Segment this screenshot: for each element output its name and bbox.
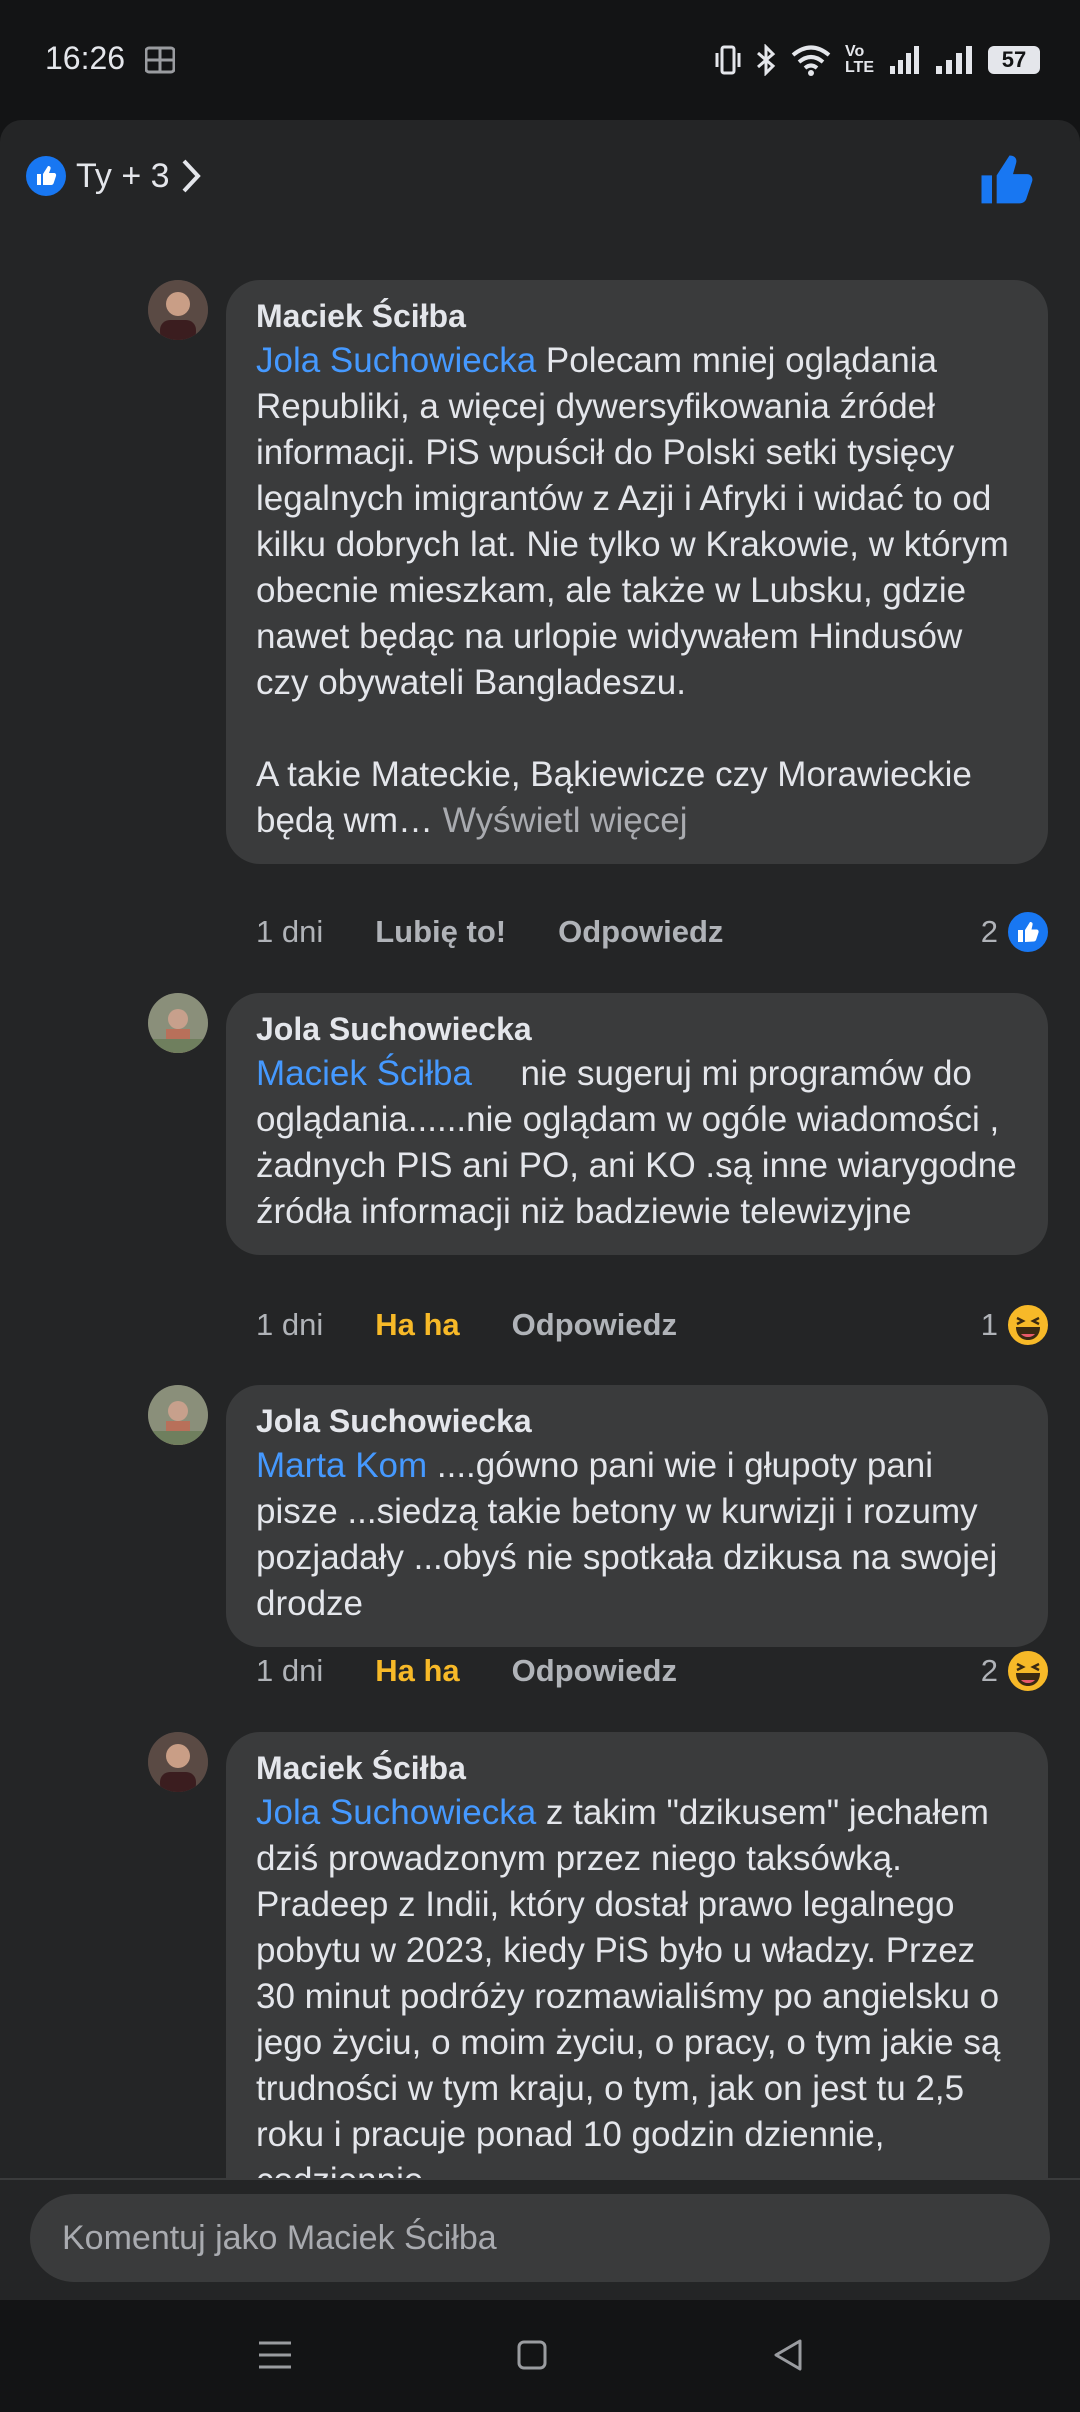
haha-action-button[interactable]: Ha ha — [375, 1653, 459, 1689]
comments-sheet: Ty + 3 Maciek Ściłba Jola Suchowiecka Po… — [0, 120, 1080, 2300]
haha-icon — [1006, 1303, 1050, 1347]
chevron-right-icon — [182, 159, 201, 193]
comment-bubble[interactable]: Maciek Ściłba Jola Suchowiecka z takim "… — [226, 1732, 1048, 2224]
sheet-header: Ty + 3 — [0, 120, 1080, 240]
haha-icon — [1006, 1649, 1050, 1693]
like-action-button[interactable]: Lubię to! — [375, 914, 506, 950]
comment-time: 1 dni — [256, 914, 324, 949]
comment-composer-bar: Komentuj jako Maciek Ściłba — [0, 2178, 1080, 2302]
reply-button[interactable]: Odpowiedz — [512, 1307, 677, 1343]
reaction-count[interactable]: 2 — [981, 1649, 1050, 1693]
status-time: 16:26 — [45, 40, 126, 76]
comment-time: 1 dni — [256, 1307, 324, 1342]
mention-link[interactable]: Jola Suchowiecka — [256, 341, 536, 380]
comment-actions: 1 dni Ha ha Odpowiedz — [256, 1649, 677, 1693]
reactors-text: Ty + 3 — [76, 156, 170, 195]
gallery-notification-icon — [145, 46, 175, 74]
avatar[interactable] — [148, 1732, 208, 1792]
comment-bubble[interactable]: Jola Suchowiecka Marta Kom ....gówno pan… — [226, 1385, 1048, 1647]
back-button[interactable] — [758, 2330, 818, 2380]
back-icon — [774, 2339, 802, 2371]
haha-action-button[interactable]: Ha ha — [375, 1307, 459, 1343]
mention-link[interactable]: Maciek Ściłba — [256, 1054, 472, 1093]
signal-icon — [890, 46, 919, 74]
signal-icon — [936, 46, 972, 74]
menu-icon — [259, 2341, 291, 2369]
like-icon — [1006, 910, 1050, 954]
like-button-icon[interactable] — [978, 152, 1034, 208]
reaction-count-number: 1 — [980, 1307, 998, 1342]
reaction-count[interactable]: 1 — [981, 1303, 1050, 1347]
status-icons: Vo LTE 57 — [715, 40, 1040, 80]
bluetooth-icon — [756, 44, 776, 76]
comment-text: Marta Kom ....gówno pani wie i głupoty p… — [256, 1443, 1018, 1627]
comment-input-placeholder: Komentuj jako Maciek Ściłba — [62, 2218, 497, 2257]
comment-time: 1 dni — [256, 1653, 324, 1688]
avatar[interactable] — [148, 1385, 208, 1445]
home-icon — [517, 2340, 547, 2370]
comment-text: Jola Suchowiecka z takim "dzikusem" jech… — [256, 1790, 1018, 2204]
avatar[interactable] — [148, 993, 208, 1053]
comment-author[interactable]: Maciek Ściłba — [256, 294, 1018, 338]
comment-author[interactable]: Jola Suchowiecka — [256, 1399, 1018, 1443]
battery-icon: 57 — [988, 46, 1040, 74]
reaction-count[interactable]: 2 — [981, 910, 1050, 954]
comment-author[interactable]: Jola Suchowiecka — [256, 1007, 1018, 1051]
reply-button[interactable]: Odpowiedz — [558, 914, 723, 950]
comment-actions: 1 dni Lubię to! Odpowiedz — [256, 910, 723, 954]
comment-actions: 1 dni Ha ha Odpowiedz — [256, 1303, 677, 1347]
comment-bubble[interactable]: Jola Suchowiecka Maciek Ściłba nie suger… — [226, 993, 1048, 1255]
comment-author[interactable]: Maciek Ściłba — [256, 1746, 1018, 1790]
comment-bubble[interactable]: Maciek Ściłba Jola Suchowiecka Polecam m… — [226, 280, 1048, 864]
status-bar: 16:26 Vo LTE 57 — [0, 0, 1080, 120]
comment-input[interactable]: Komentuj jako Maciek Ściłba — [30, 2194, 1050, 2282]
battery-level: 57 — [1001, 47, 1027, 72]
comment-body: z takim "dzikusem" jechałem dziś prowadz… — [256, 1793, 1001, 2200]
comment-text: Jola Suchowiecka Polecam mniej oglądania… — [256, 338, 1018, 844]
like-icon — [26, 156, 66, 196]
reaction-count-number: 2 — [980, 1653, 998, 1688]
home-button[interactable] — [502, 2330, 562, 2380]
recent-apps-button[interactable] — [245, 2330, 305, 2380]
system-nav-bar — [0, 2300, 1080, 2412]
avatar[interactable] — [148, 280, 208, 340]
reactors-summary[interactable]: Ty + 3 — [26, 156, 202, 196]
see-more-link[interactable]: Wyświetl więcej — [443, 801, 688, 840]
comment-text: Maciek Ściłba nie sugeruj mi programów d… — [256, 1051, 1018, 1235]
reply-button[interactable]: Odpowiedz — [512, 1653, 677, 1689]
wifi-icon — [791, 45, 831, 76]
vibrate-icon — [715, 45, 741, 75]
mention-link[interactable]: Marta Kom — [256, 1446, 427, 1485]
comment-body: Polecam mniej oglądania Republiki, a wię… — [256, 341, 1009, 840]
reaction-count-number: 2 — [980, 914, 998, 949]
volte-icon: Vo LTE — [844, 43, 874, 76]
mention-link[interactable]: Jola Suchowiecka — [256, 1793, 536, 1832]
